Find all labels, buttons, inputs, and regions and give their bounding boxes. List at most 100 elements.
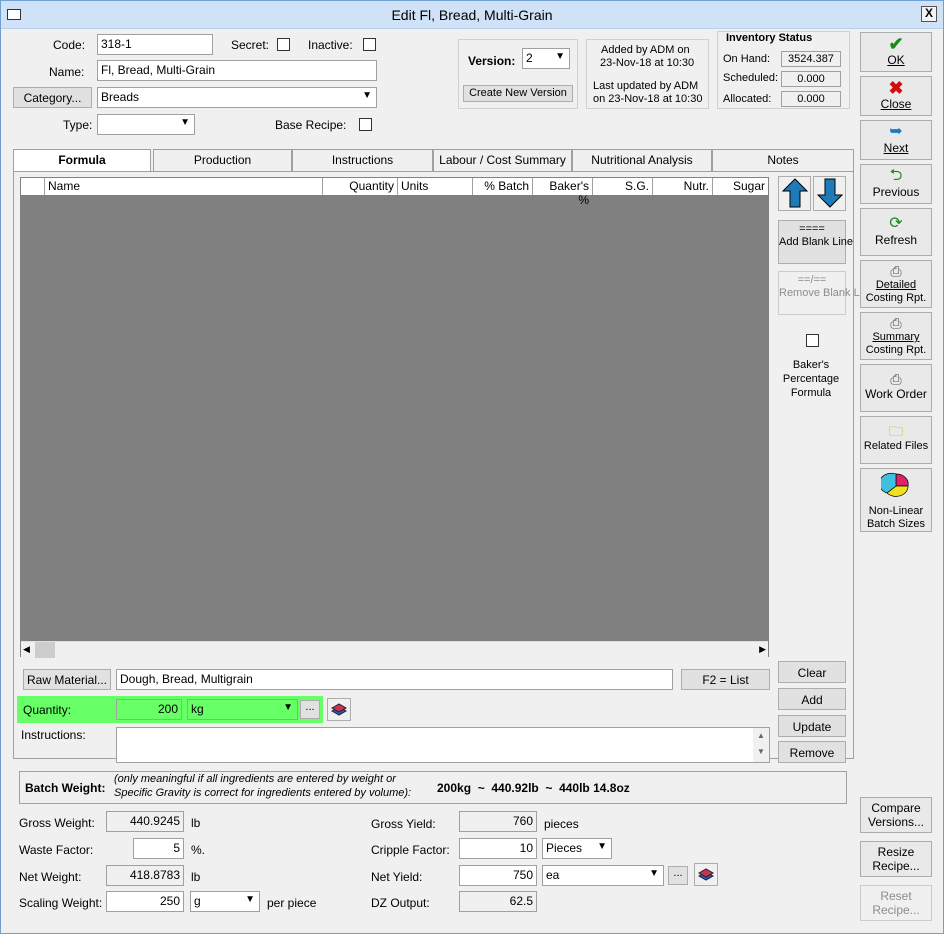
tab-nutritional-analysis[interactable]: Nutritional Analysis bbox=[572, 149, 712, 171]
scroll-thumb[interactable] bbox=[35, 642, 55, 658]
remove-button[interactable]: Remove bbox=[778, 741, 846, 763]
grid-col-units[interactable]: Units bbox=[398, 178, 473, 195]
base-recipe-checkbox[interactable] bbox=[359, 118, 372, 131]
cripple-unit-select[interactable]: Pieces ▼ bbox=[542, 838, 612, 859]
bakers-percentage-checkbox[interactable] bbox=[806, 334, 819, 347]
scroll-right-icon[interactable]: ▶ bbox=[759, 644, 766, 655]
add-blank-line-button[interactable]: ==== Add Blank Line bbox=[778, 220, 853, 264]
unit-select[interactable]: kg ▼ bbox=[187, 699, 298, 720]
waste-factor-input[interactable]: 5 bbox=[133, 838, 184, 859]
compare-versions-button[interactable]: Compare Versions... bbox=[860, 797, 932, 833]
raw-material-button[interactable]: Raw Material... bbox=[23, 669, 111, 690]
tab-production[interactable]: Production bbox=[153, 149, 292, 171]
grid-col-quantity[interactable]: Quantity bbox=[323, 178, 398, 195]
gross-weight-unit: lb bbox=[191, 816, 201, 830]
title-bar: Edit Fl, Bread, Multi-Grain X bbox=[1, 1, 943, 29]
secret-checkbox[interactable] bbox=[277, 38, 290, 51]
update-button[interactable]: Update bbox=[778, 715, 846, 737]
window-title: Edit Fl, Bread, Multi-Grain bbox=[391, 7, 553, 23]
summary-label-1: Summary bbox=[872, 331, 920, 343]
non-linear-batch-sizes-button[interactable]: Non-Linear Batch Sizes bbox=[860, 468, 932, 532]
next-button[interactable]: ➥ Next bbox=[860, 120, 932, 160]
move-down-button[interactable] bbox=[813, 176, 846, 211]
name-label: Name: bbox=[49, 65, 85, 79]
previous-button[interactable]: ⮌ Previous bbox=[860, 164, 932, 204]
instructions-textarea[interactable] bbox=[116, 727, 770, 763]
f2-list-button[interactable]: F2 = List bbox=[681, 669, 770, 690]
ok-label: OK bbox=[887, 53, 905, 67]
category-button[interactable]: Category... bbox=[13, 87, 92, 108]
grid-h-scrollbar[interactable]: ◀ ▶ bbox=[21, 641, 768, 658]
tab-instructions[interactable]: Instructions bbox=[292, 149, 433, 171]
net-yield-unit-value: ea bbox=[546, 868, 560, 882]
net-yield-label: Net Yield: bbox=[371, 870, 423, 884]
compare-label-2: Versions... bbox=[867, 815, 925, 829]
cripple-unit-value: Pieces bbox=[546, 841, 583, 855]
grid-col-nutr[interactable]: Nutr. bbox=[653, 178, 713, 195]
inactive-label: Inactive: bbox=[308, 38, 353, 52]
previous-label: Previous bbox=[872, 185, 920, 199]
grid-col-sg[interactable]: S.G. bbox=[593, 178, 653, 195]
raw-material-input[interactable]: Dough, Bread, Multigrain bbox=[116, 669, 673, 690]
instructions-label: Instructions: bbox=[21, 728, 86, 742]
per-piece-label: per piece bbox=[267, 896, 317, 910]
category-select[interactable]: Breads ▼ bbox=[97, 87, 377, 108]
create-new-version-button[interactable]: Create New Version bbox=[463, 85, 573, 102]
scaling-unit-select[interactable]: g ▼ bbox=[190, 891, 260, 912]
version-label: Version: bbox=[468, 54, 516, 68]
work-order-button[interactable]: ⎙ Work Order bbox=[860, 364, 932, 412]
scaling-weight-input[interactable]: 250 bbox=[106, 891, 184, 912]
move-up-button[interactable] bbox=[778, 176, 811, 211]
net-yield-input[interactable]: 750 bbox=[459, 865, 537, 886]
unit-ellipsis-button[interactable]: ... bbox=[300, 700, 320, 719]
grid-col-bakers-pct[interactable]: Baker's % bbox=[533, 178, 593, 207]
summary-costing-report-button[interactable]: ⎙ Summary Costing Rpt. bbox=[860, 312, 932, 360]
code-label: Code: bbox=[53, 38, 86, 52]
reset-label-2: Recipe... bbox=[872, 903, 920, 917]
checkmark-icon: ✔ bbox=[888, 34, 904, 54]
net-yield-unit-select[interactable]: ea ▼ bbox=[542, 865, 664, 886]
folder-icon: 🗀 bbox=[889, 423, 903, 439]
net-yield-stack-button[interactable] bbox=[694, 863, 718, 886]
ok-button[interactable]: ✔ OK bbox=[860, 32, 932, 72]
stack-icon bbox=[330, 703, 348, 716]
grid-col-sugar[interactable]: Sugar bbox=[713, 178, 768, 195]
added-by-line1: Added by ADM on bbox=[601, 44, 690, 56]
instructions-scrollbar[interactable]: ▲ ▼ bbox=[753, 728, 769, 762]
scroll-left-icon[interactable]: ◀ bbox=[23, 644, 30, 655]
cripple-factor-label: Cripple Factor: bbox=[371, 843, 450, 857]
refresh-button[interactable]: ⟳ Refresh bbox=[860, 208, 932, 256]
code-input[interactable]: 318-1 bbox=[97, 34, 213, 55]
detailed-costing-report-button[interactable]: ⎙ Detailed Costing Rpt. bbox=[860, 260, 932, 308]
close-label: Close bbox=[880, 97, 912, 111]
formula-grid[interactable] bbox=[20, 177, 769, 657]
inactive-checkbox[interactable] bbox=[363, 38, 376, 51]
tab-labour-cost-summary[interactable]: Labour / Cost Summary bbox=[433, 149, 572, 171]
name-input[interactable]: Fl, Bread, Multi-Grain bbox=[97, 60, 377, 81]
add-button[interactable]: Add bbox=[778, 688, 846, 710]
quantity-input[interactable]: 200 bbox=[116, 699, 182, 720]
clear-button[interactable]: Clear bbox=[778, 661, 846, 683]
unit-stack-button[interactable] bbox=[327, 698, 351, 721]
grid-col-name[interactable]: Name bbox=[45, 178, 323, 195]
remove-blank-line-button[interactable]: ==/== Remove Blank Line bbox=[778, 271, 874, 315]
tab-formula[interactable]: Formula bbox=[13, 149, 151, 173]
added-by-line2: 23-Nov-18 at 10:30 bbox=[600, 57, 695, 69]
window-close-button[interactable]: X bbox=[921, 6, 937, 22]
chevron-down-icon: ▼ bbox=[597, 841, 607, 852]
cripple-factor-input[interactable]: 10 bbox=[459, 838, 537, 859]
net-yield-ellipsis-button[interactable]: ... bbox=[668, 866, 688, 885]
edit-recipe-window: Edit Fl, Bread, Multi-Grain X Code: 318-… bbox=[0, 0, 944, 934]
grid-col-pct-batch[interactable]: % Batch bbox=[473, 178, 533, 195]
resize-label-1: Resize bbox=[877, 845, 915, 859]
detailed-label-1: Detailed bbox=[875, 279, 917, 291]
reset-recipe-button[interactable]: Reset Recipe... bbox=[860, 885, 932, 921]
version-select[interactable]: 2 ▼ bbox=[522, 48, 570, 69]
resize-recipe-button[interactable]: Resize Recipe... bbox=[860, 841, 932, 877]
related-files-button[interactable]: 🗀 Related Files bbox=[860, 416, 932, 464]
tab-notes[interactable]: Notes bbox=[712, 149, 854, 171]
detailed-label-2: Costing Rpt. bbox=[865, 292, 927, 304]
close-button[interactable]: ✖ Close bbox=[860, 76, 932, 116]
batch-weight-note2: Specific Gravity is correct for ingredie… bbox=[114, 787, 412, 799]
type-select[interactable]: ▼ bbox=[97, 114, 195, 135]
